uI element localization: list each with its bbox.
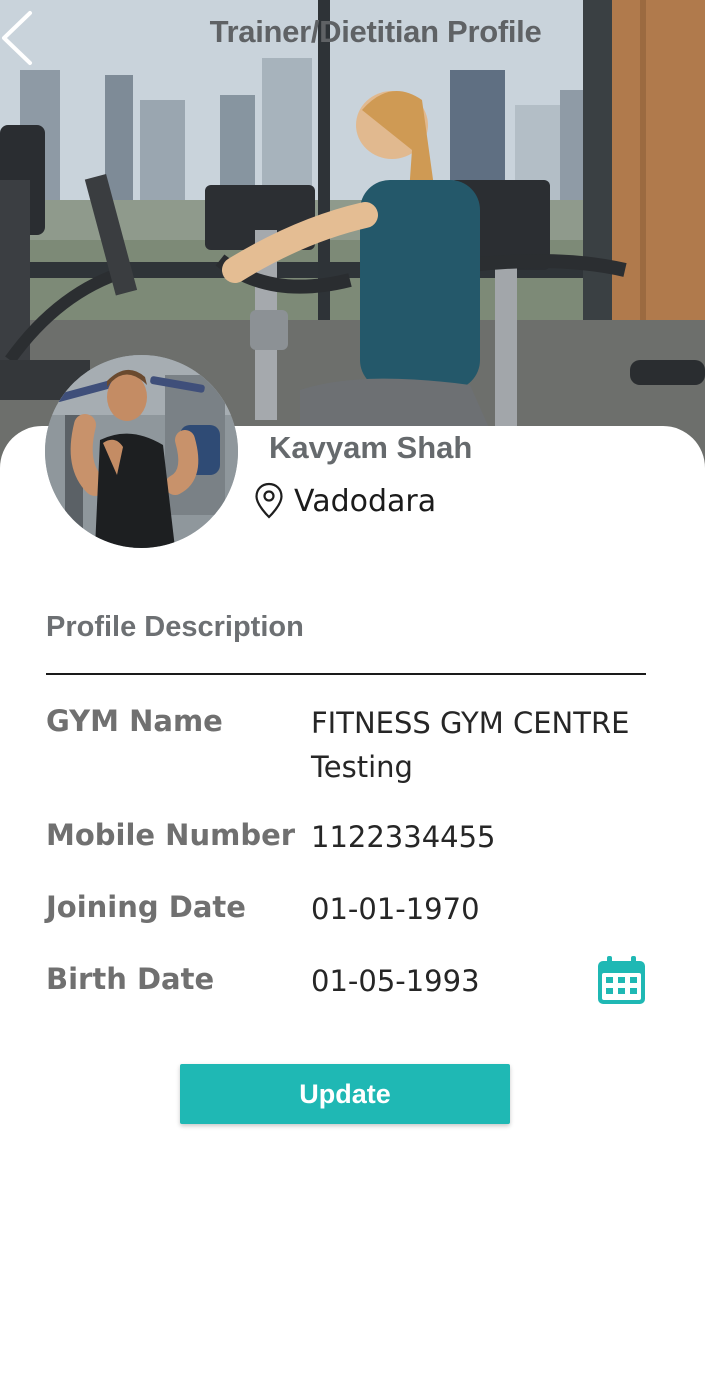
joining-date-label: Joining Date [46, 890, 246, 924]
mobile-number-value: 1122334455 [311, 820, 496, 854]
trainer-profile-screen: Trainer/Dietitian Profile Kavyam Shah Va… [0, 0, 705, 1389]
avatar[interactable] [45, 355, 238, 548]
trainer-name: Kavyam Shah [269, 430, 473, 465]
trainer-photo [45, 355, 238, 548]
joining-date-value: 01-01-1970 [311, 892, 480, 926]
page-title: Trainer/Dietitian Profile [209, 14, 542, 49]
mobile-number-label: Mobile Number [46, 818, 296, 852]
location-pin-icon [255, 482, 283, 519]
location-text: Vadodara [294, 483, 437, 519]
location-row: Vadodara [254, 480, 436, 522]
update-button[interactable]: Update [180, 1064, 510, 1124]
gym-name-value: FITNESS GYM CENTRE Testing [311, 706, 630, 784]
gym-name-label: GYM Name [46, 704, 223, 738]
birth-date-label: Birth Date [46, 962, 215, 996]
section-title: Profile Description [46, 611, 304, 643]
section-divider [46, 673, 646, 675]
calendar-icon[interactable] [596, 955, 647, 1006]
